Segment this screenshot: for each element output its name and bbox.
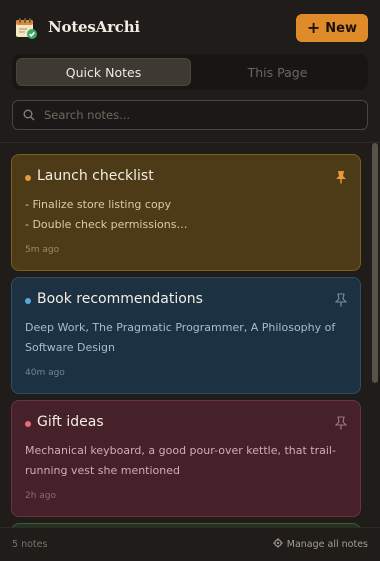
- note-card[interactable]: Launch checklist - Finalize store listin…: [11, 154, 361, 271]
- note-body: Mechanical keyboard, a good pour-over ke…: [25, 441, 347, 481]
- note-line: - Double check permissions…: [25, 218, 188, 231]
- search-box[interactable]: [12, 100, 368, 130]
- gear-icon: [273, 538, 283, 551]
- color-dot: [25, 175, 31, 181]
- search-input[interactable]: [42, 107, 346, 123]
- note-line: Mechanical keyboard, a good pour-over ke…: [25, 444, 336, 457]
- color-dot: [25, 298, 31, 304]
- note-card[interactable]: Gift ideas Mechanical keyboard, a good p…: [11, 400, 361, 517]
- note-card[interactable]: Book recommendations Deep Work, The Prag…: [11, 277, 361, 394]
- plus-icon: +: [306, 17, 321, 37]
- note-body: Deep Work, The Pragmatic Programmer, A P…: [25, 318, 347, 358]
- note-line: running vest she mentioned: [25, 464, 181, 477]
- note-title: Launch checklist: [37, 168, 154, 184]
- note-timestamp: 40m ago: [25, 368, 65, 378]
- footer: 5 notes Manage all notes: [0, 527, 380, 561]
- pin-icon[interactable]: [334, 292, 348, 307]
- tab-bar: Quick Notes This Page: [12, 54, 368, 90]
- notepad-check-icon: [14, 16, 38, 40]
- new-note-button[interactable]: + New: [295, 14, 368, 42]
- note-line: Software Design: [25, 341, 115, 354]
- pin-icon[interactable]: [335, 169, 347, 184]
- header: NotesArchi + New: [0, 0, 380, 56]
- search-icon: [23, 106, 35, 125]
- note-timestamp: 5m ago: [25, 245, 60, 255]
- tab-this-page[interactable]: This Page: [191, 58, 364, 86]
- note-timestamp: 2h ago: [25, 491, 57, 501]
- notes-count: 5 notes: [12, 539, 48, 550]
- note-title: Book recommendations: [37, 291, 203, 307]
- manage-all-notes-link[interactable]: Manage all notes: [273, 538, 368, 551]
- note-body: - Finalize store listing copy - Double c…: [25, 195, 347, 235]
- color-dot: [25, 421, 31, 427]
- note-line: - Finalize store listing copy: [25, 198, 172, 211]
- pin-icon[interactable]: [334, 415, 348, 430]
- notes-list: Launch checklist - Finalize store listin…: [0, 143, 380, 527]
- note-line: Deep Work, The Pragmatic Programmer, A P…: [25, 321, 336, 334]
- note-title: Gift ideas: [37, 414, 104, 430]
- new-note-label: New: [325, 20, 357, 36]
- app-title: NotesArchi: [48, 18, 140, 36]
- tab-quick-notes[interactable]: Quick Notes: [16, 58, 191, 86]
- manage-all-notes-label: Manage all notes: [286, 539, 368, 550]
- scrollbar[interactable]: [372, 143, 378, 383]
